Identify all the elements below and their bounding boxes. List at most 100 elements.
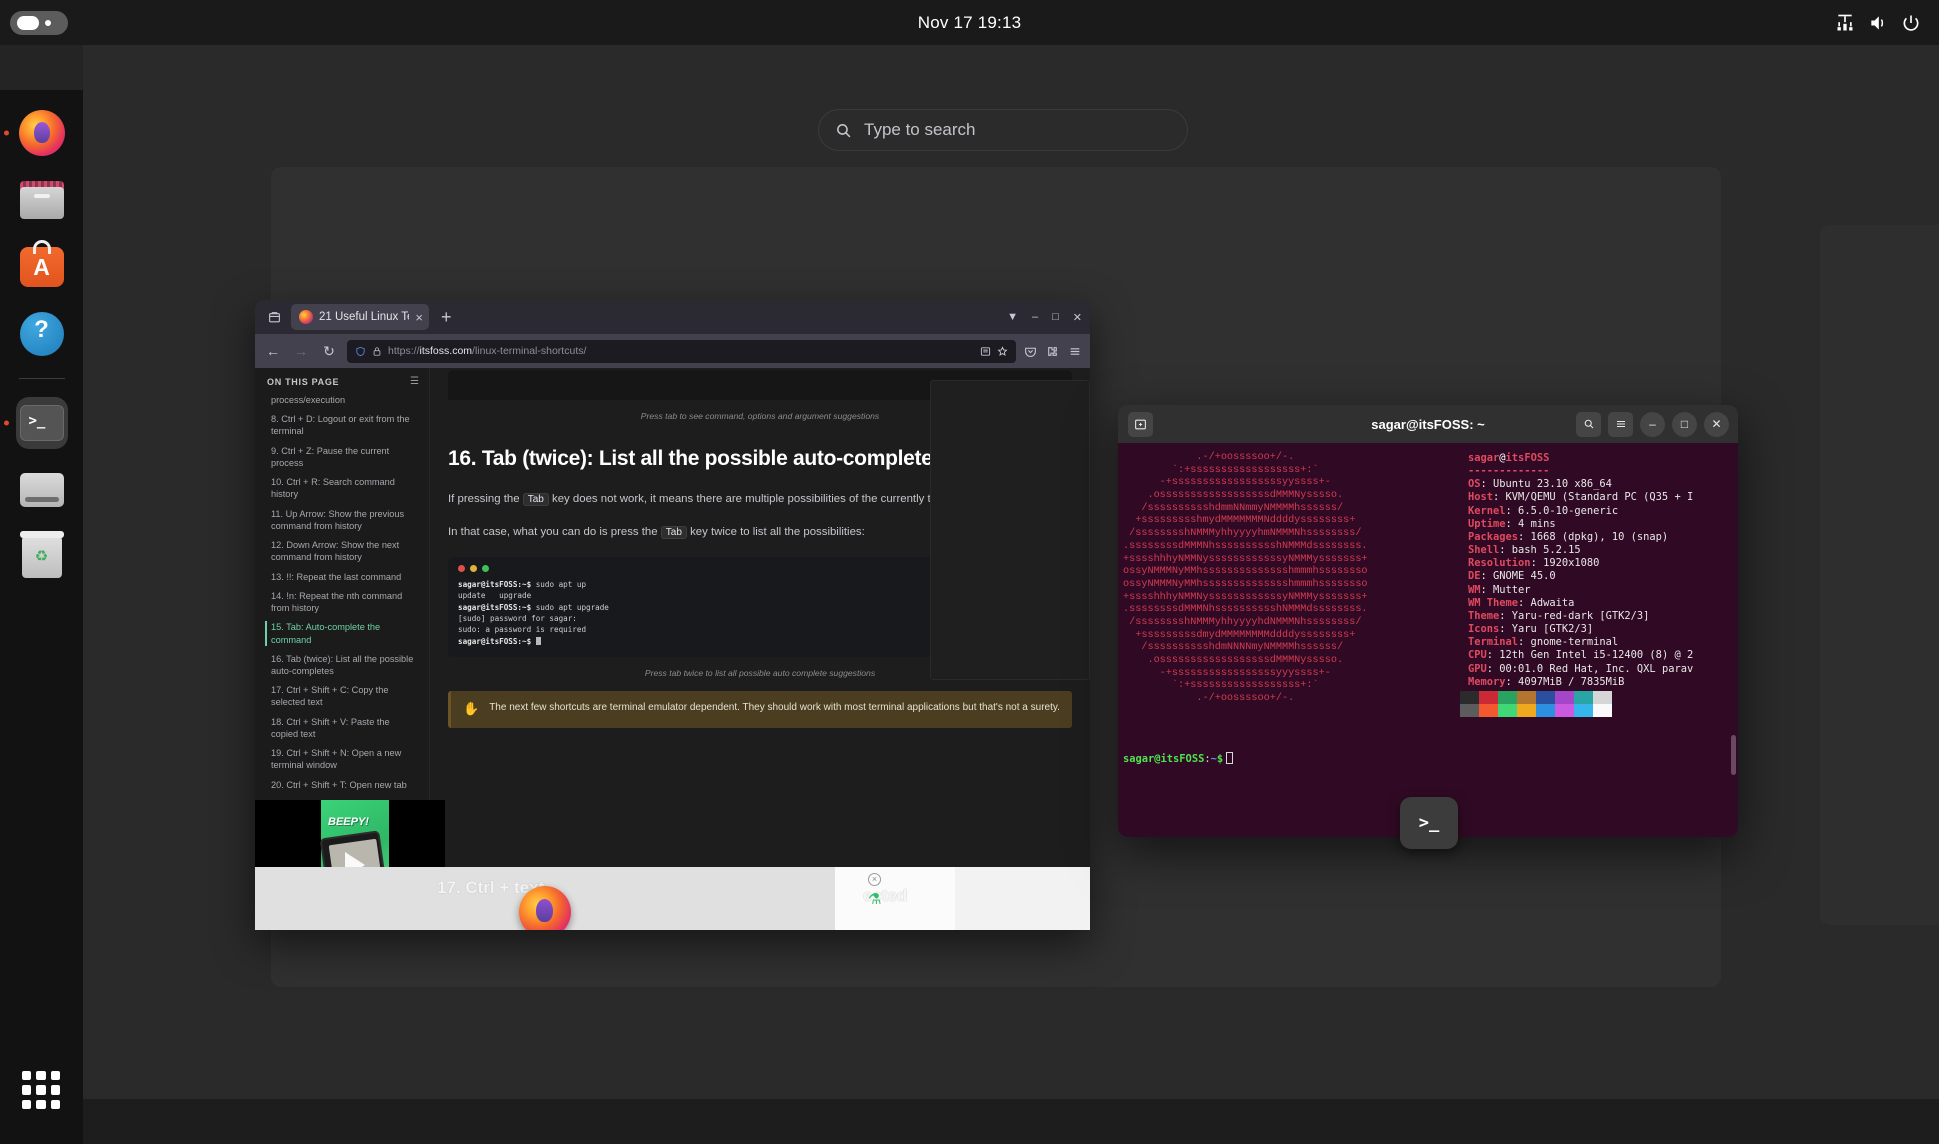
- terminal-icon: >_: [19, 405, 64, 441]
- para2-text-b: key twice to list all the possibilities:: [690, 525, 865, 538]
- reader-view-icon[interactable]: [980, 346, 991, 357]
- clock[interactable]: Nov 17 19:13: [918, 13, 1022, 33]
- palette-swatch: [1593, 691, 1612, 704]
- palette-swatch: [1517, 691, 1536, 704]
- kbd-tab-2: Tab: [660, 525, 687, 539]
- address-bar[interactable]: https://itsfoss.com/linux-terminal-short…: [347, 339, 1016, 363]
- bottom-ad-overlay[interactable]: 17. Ctrl + text ected × ⚗: [255, 867, 1090, 930]
- forward-button[interactable]: →: [291, 343, 311, 359]
- terminal-search-icon[interactable]: [1576, 411, 1601, 437]
- palette-swatch: [1536, 704, 1555, 717]
- help-icon: ?: [19, 312, 64, 356]
- firefox-icon: [18, 110, 65, 156]
- tab-title: 21 Useful Linux Terminal S: [319, 311, 409, 323]
- palette-swatch: [1593, 704, 1612, 717]
- palette-row-2: [1460, 704, 1612, 717]
- extensions-icon[interactable]: [1046, 345, 1059, 358]
- tab-close-icon[interactable]: ×: [415, 311, 423, 324]
- terminal-window[interactable]: sagar@itsFOSS: ~ – □ ✕ .-/+oossssoo+/-. …: [1118, 405, 1738, 837]
- terminal-window-controls: – □ ✕: [1576, 405, 1729, 443]
- terminal-title-bar[interactable]: sagar@itsFOSS: ~ – □ ✕: [1118, 405, 1738, 443]
- web-page-content: ON THIS PAGE ☰ process/execution 8. Ctrl …: [255, 368, 1090, 930]
- toc-item[interactable]: 16. Tab (twice): List all the possible a…: [267, 653, 419, 677]
- toc-item[interactable]: 17. Ctrl + Shift + C: Copy the selected …: [267, 684, 419, 708]
- volume-icon[interactable]: [1868, 13, 1888, 33]
- network-icon[interactable]: [1835, 13, 1855, 33]
- shield-icon: [356, 346, 365, 356]
- terminal-scrollbar[interactable]: [1731, 735, 1736, 775]
- new-terminal-tab-icon[interactable]: [1128, 411, 1153, 437]
- dock-item-terminal[interactable]: >_: [15, 397, 68, 449]
- terminal-glyph: >_: [1418, 813, 1440, 833]
- url-text: https://itsfoss.com/linux-terminal-short…: [388, 345, 587, 357]
- show-applications-button[interactable]: [15, 1064, 67, 1116]
- toc-item[interactable]: 15. Tab: Auto-complete the command: [265, 621, 419, 646]
- firefox-toolbar-right: [1024, 345, 1082, 358]
- list-all-tabs-icon[interactable]: ▼: [1007, 311, 1018, 323]
- bookmark-star-icon[interactable]: [997, 345, 1008, 357]
- dock-separator: [18, 378, 65, 379]
- firefox-view-icon[interactable]: [261, 305, 287, 329]
- palette-swatch: [1498, 704, 1517, 717]
- search-icon: [837, 123, 851, 137]
- dock-item-firefox[interactable]: [16, 107, 68, 159]
- pocket-icon[interactable]: [1024, 345, 1037, 358]
- toc-item[interactable]: 14. !n: Repeat the nth command from hist…: [267, 590, 419, 614]
- ad-leaf-icon: ⚗: [868, 891, 882, 908]
- neofetch-ascii-logo: .-/+oossssoo+/-. `:+ssssssssssssssssss+:…: [1123, 452, 1368, 705]
- search-input[interactable]: Type to search: [818, 109, 1188, 151]
- reload-button[interactable]: ↻: [319, 343, 339, 360]
- close-button[interactable]: ✕: [1073, 311, 1082, 324]
- palette-swatch: [1574, 704, 1593, 717]
- toc-item[interactable]: 18. Ctrl + Shift + V: Paste the copied t…: [267, 716, 419, 740]
- toc-item[interactable]: 8. Ctrl + D: Logout or exit from the ter…: [267, 413, 419, 437]
- video-badge: BEEPY!: [328, 816, 369, 828]
- terminal-body[interactable]: .-/+oossssoo+/-. `:+ssssssssssssssssss+:…: [1118, 443, 1738, 837]
- lock-icon: [373, 346, 381, 356]
- dock-item-disk[interactable]: [16, 464, 68, 516]
- terminal-prompt[interactable]: sagar@itsFOSS:~$: [1123, 752, 1234, 766]
- files-icon: [19, 181, 64, 219]
- hand-emoji-icon: ✋: [463, 701, 480, 717]
- firefox-window[interactable]: 21 Useful Linux Terminal S × + ▼ – □ ✕ ←…: [255, 300, 1090, 930]
- terminal-maximize-button[interactable]: □: [1672, 411, 1697, 437]
- dock-item-files[interactable]: [16, 174, 68, 226]
- dock-item-help[interactable]: ?: [16, 308, 68, 360]
- dock-item-software[interactable]: A: [16, 240, 68, 293]
- terminal-minimize-button[interactable]: –: [1640, 411, 1665, 437]
- toc-item[interactable]: 9. Ctrl + Z: Pause the current process: [267, 445, 419, 469]
- firefox-window-controls: ▼ – □ ✕: [1007, 300, 1082, 334]
- palette-swatch: [1555, 704, 1574, 717]
- activities-dot: [45, 20, 51, 26]
- palette-swatch: [1517, 704, 1536, 717]
- hamburger-menu-icon[interactable]: [1068, 345, 1082, 358]
- toc-item[interactable]: 19. Ctrl + Shift + N: Open a new termina…: [267, 747, 419, 771]
- ad-close-icon[interactable]: ×: [868, 873, 881, 886]
- toc-item[interactable]: 20. Ctrl + Shift + T: Open new tab: [267, 779, 419, 791]
- workspace-thumbnail-next[interactable]: [1820, 225, 1939, 925]
- browser-tab[interactable]: 21 Useful Linux Terminal S ×: [291, 304, 429, 330]
- back-button[interactable]: ←: [263, 343, 283, 359]
- terminal-menu-icon[interactable]: [1608, 411, 1633, 437]
- toc-item[interactable]: 10. Ctrl + R: Search command history: [267, 476, 419, 500]
- toc-header: ON THIS PAGE ☰: [267, 376, 419, 387]
- toc-list: process/execution 8. Ctrl + D: Logout or …: [265, 394, 419, 822]
- dock-item-trash[interactable]: ♻: [16, 531, 68, 583]
- toc-list-icon[interactable]: ☰: [410, 376, 419, 387]
- activities-button[interactable]: [10, 11, 68, 35]
- maximize-button[interactable]: □: [1052, 311, 1059, 323]
- terminal-app-icon[interactable]: >_: [1400, 797, 1458, 849]
- system-tray[interactable]: [1835, 0, 1921, 45]
- activities-blob: [17, 16, 39, 30]
- toc-item[interactable]: 13. !!: Repeat the last command: [267, 571, 419, 583]
- new-tab-button[interactable]: +: [433, 308, 460, 326]
- toc-item[interactable]: 12. Down Arrow: Show the next command fr…: [267, 539, 419, 563]
- palette-swatch: [1479, 691, 1498, 704]
- firefox-logo-icon: [519, 886, 571, 930]
- toc-item[interactable]: process/execution: [267, 394, 419, 406]
- toc-item[interactable]: 11. Up Arrow: Show the previous command …: [267, 508, 419, 532]
- terminal-close-button[interactable]: ✕: [1704, 411, 1729, 437]
- power-icon[interactable]: [1901, 13, 1921, 33]
- toc-heading: ON THIS PAGE: [267, 376, 340, 387]
- minimize-button[interactable]: –: [1032, 311, 1038, 323]
